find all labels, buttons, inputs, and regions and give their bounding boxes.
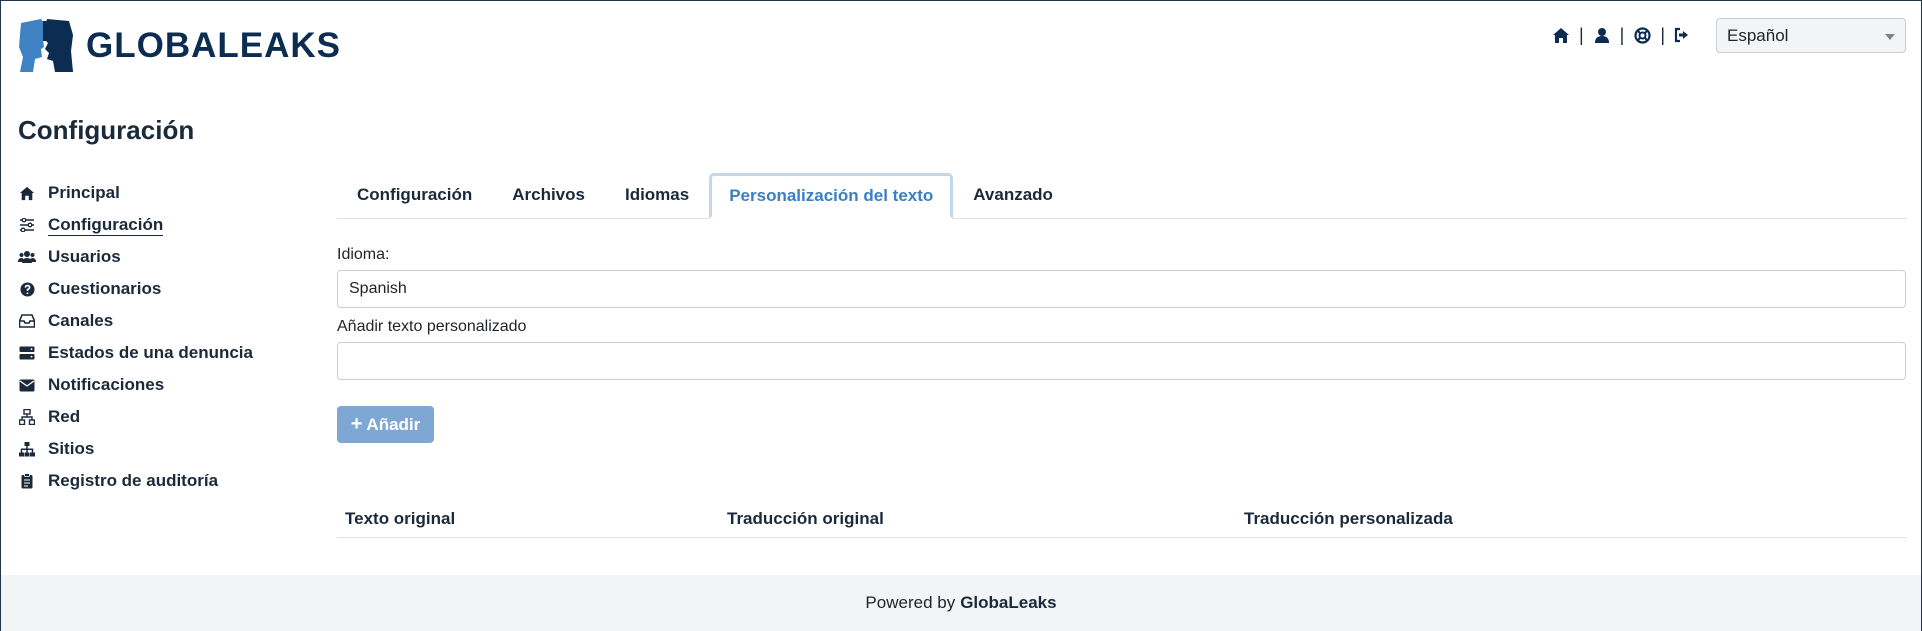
table-header: Texto original Traducción original Tradu… (337, 498, 1907, 538)
column-header-original-translation: Traducción original (727, 509, 884, 528)
sidebar-item-label: Configuración (48, 214, 164, 236)
support-icon[interactable] (1632, 25, 1652, 45)
network-icon (18, 408, 36, 426)
column-header-original-text: Texto original (345, 509, 456, 528)
language-field[interactable]: Spanish (337, 270, 1906, 308)
inbox-icon (18, 312, 36, 330)
add-button[interactable]: + Añadir (337, 406, 434, 443)
sliders-icon (18, 216, 36, 234)
sitemap-icon (18, 440, 36, 458)
custom-text-label: Añadir texto personalizado (337, 318, 527, 335)
logout-icon[interactable] (1673, 25, 1693, 45)
language-field-label: Idioma: (337, 246, 390, 263)
language-select-value: Español (1727, 25, 1789, 45)
sidebar-item-label: Red (48, 407, 81, 426)
users-icon (18, 248, 36, 266)
sidebar: Principal Configuración Usuarios Cuestio… (18, 177, 318, 497)
separator: | (1660, 24, 1665, 45)
sidebar-item-label: Usuarios (48, 247, 121, 266)
sidebar-item-label: Principal (48, 183, 120, 202)
question-circle-icon (18, 280, 36, 298)
separator: | (1619, 24, 1625, 45)
sidebar-item-usuarios[interactable]: Usuarios (18, 241, 318, 273)
sidebar-item-label: Sitios (48, 439, 95, 458)
clipboard-icon (18, 472, 36, 490)
tab-personalizacion-texto[interactable]: Personalización del texto (709, 173, 954, 219)
sidebar-item-configuracion[interactable]: Configuración (18, 209, 318, 241)
tab-avanzado[interactable]: Avanzado (953, 172, 1073, 218)
sidebar-item-canales[interactable]: Canales (18, 305, 318, 337)
chevron-down-icon (1885, 34, 1895, 40)
sidebar-item-label: Notificaciones (48, 375, 165, 394)
tab-bar: Configuración Archivos Idiomas Personali… (337, 173, 1907, 219)
tab-configuracion[interactable]: Configuración (337, 172, 492, 218)
globaleaks-logo-icon (19, 19, 73, 72)
tab-idiomas[interactable]: Idiomas (605, 172, 709, 218)
home-icon (18, 184, 36, 202)
server-icon (18, 344, 36, 362)
logo[interactable]: GLOBALEAKS (17, 17, 341, 74)
tab-archivos[interactable]: Archivos (492, 172, 605, 218)
sidebar-item-label: Cuestionarios (48, 279, 162, 298)
sidebar-item-sitios[interactable]: Sitios (18, 433, 318, 465)
user-icon[interactable] (1592, 25, 1612, 45)
sidebar-item-principal[interactable]: Principal (18, 177, 318, 209)
sidebar-item-registro[interactable]: Registro de auditoría (18, 465, 318, 497)
sidebar-item-notificaciones[interactable]: Notificaciones (18, 369, 318, 401)
logo-text: GLOBALEAKS (86, 25, 341, 65)
footer: Powered by GlobaLeaks (1, 575, 1921, 631)
add-button-label: Añadir (366, 414, 421, 434)
main-content: Configuración Archivos Idiomas Personali… (337, 173, 1907, 538)
top-navigation: | | | (1551, 23, 1693, 47)
sidebar-item-label: Canales (48, 311, 114, 330)
home-icon[interactable] (1551, 25, 1571, 45)
custom-text-input[interactable] (337, 342, 1906, 380)
sidebar-item-label: Registro de auditoría (48, 471, 219, 490)
page-title: Configuración (18, 115, 195, 145)
sidebar-item-red[interactable]: Red (18, 401, 318, 433)
footer-brand-link[interactable]: GlobaLeaks (960, 593, 1056, 613)
header: GLOBALEAKS | | | Español (1, 1, 1921, 96)
envelope-icon (18, 376, 36, 394)
footer-prefix: Powered by (865, 593, 956, 612)
sidebar-item-cuestionarios[interactable]: Cuestionarios (18, 273, 318, 305)
separator: | (1578, 24, 1584, 45)
plus-icon: + (350, 413, 363, 435)
column-header-custom-translation: Traducción personalizada (1244, 509, 1453, 528)
language-field-value: Spanish (349, 280, 407, 297)
language-select[interactable]: Español (1716, 18, 1906, 53)
sidebar-item-estados[interactable]: Estados de una denuncia (18, 337, 318, 369)
sidebar-item-label: Estados de una denuncia (48, 343, 253, 362)
